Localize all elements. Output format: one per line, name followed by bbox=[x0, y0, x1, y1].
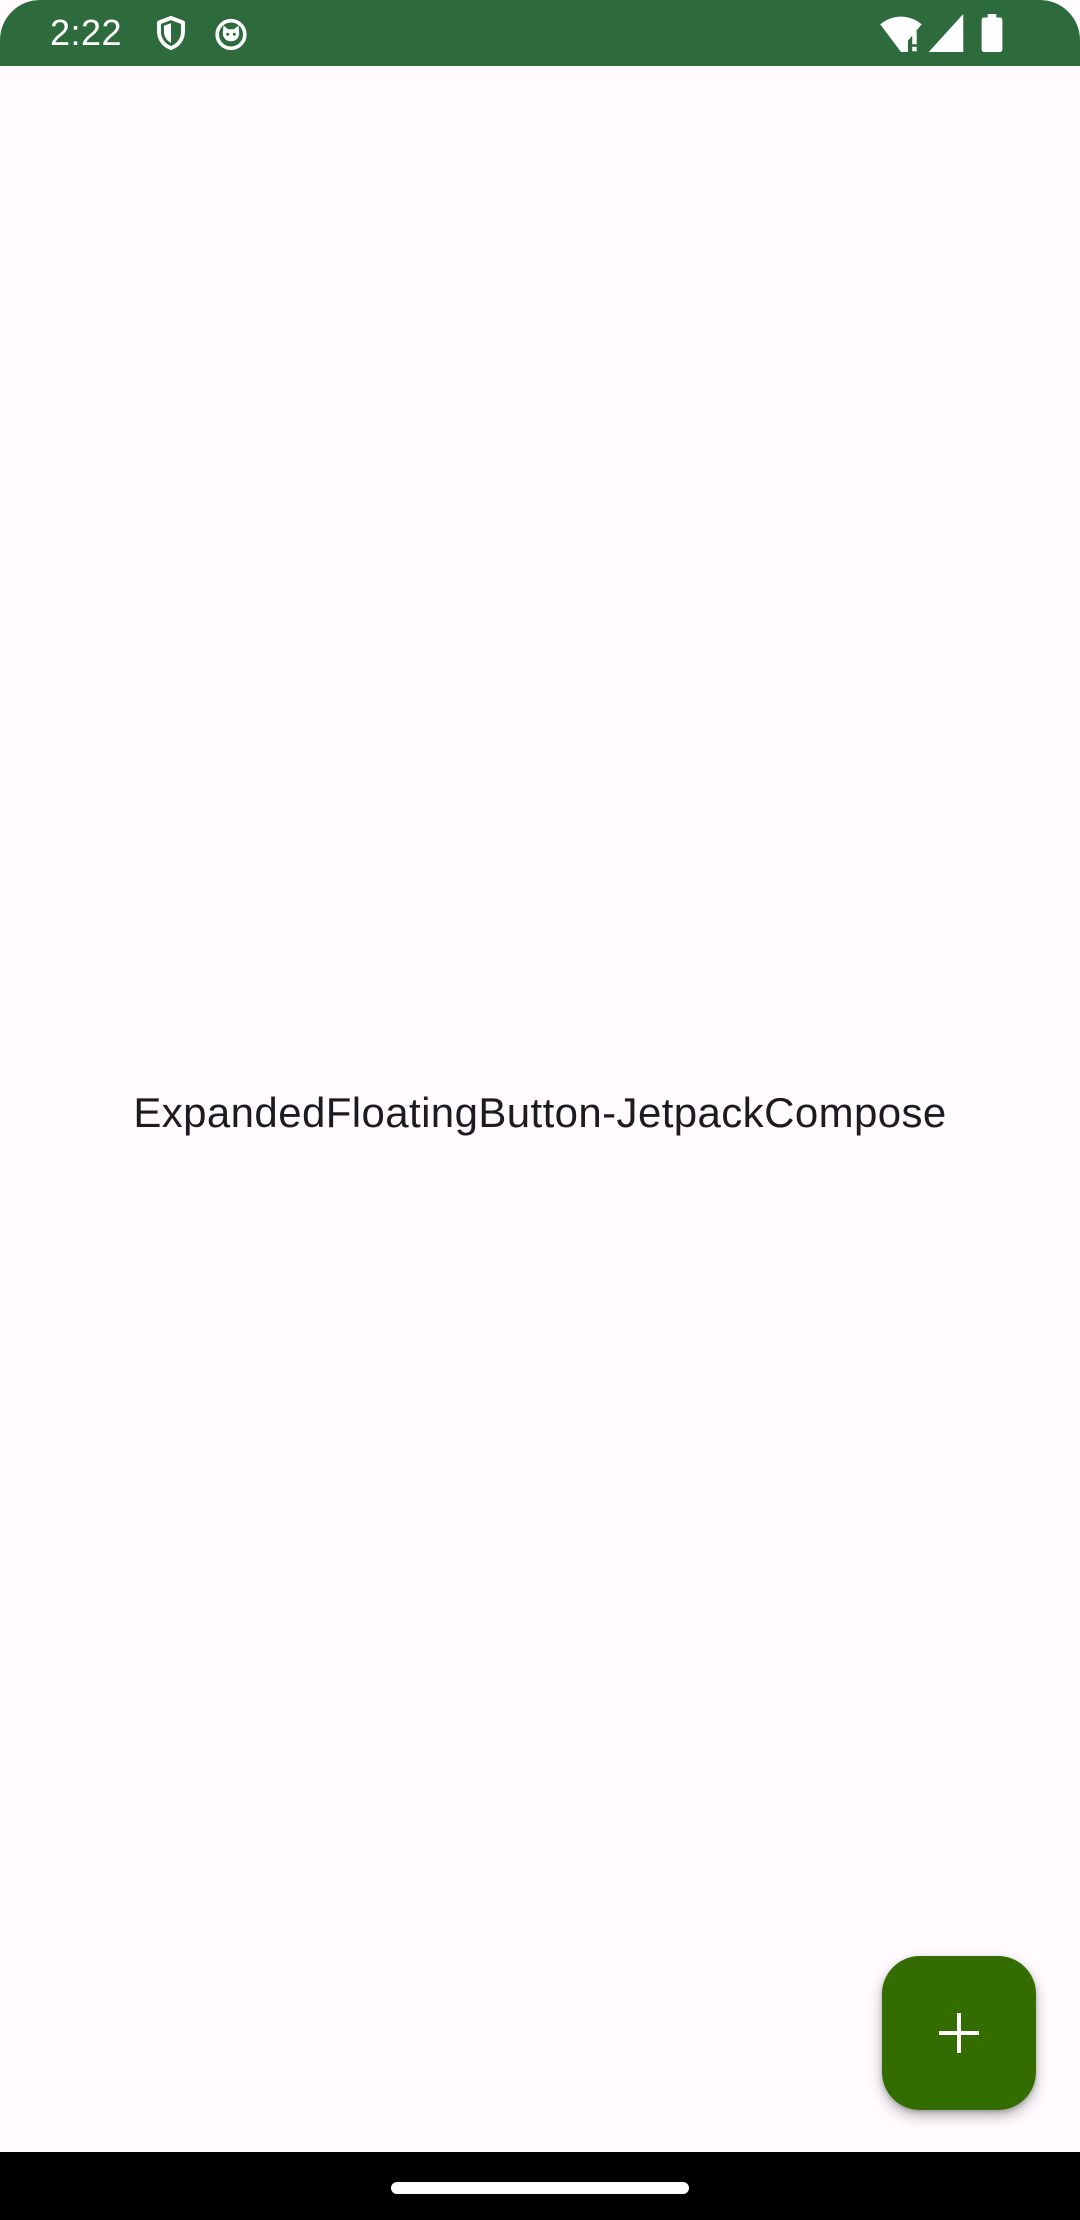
vpn-shield-icon bbox=[157, 16, 185, 50]
center-title: ExpandedFloatingButton-JetpackCompose bbox=[133, 1089, 947, 1136]
cell-signal-icon bbox=[928, 14, 964, 52]
navigation-bar bbox=[0, 2152, 1080, 2220]
plus-icon bbox=[939, 2013, 979, 2053]
cat-face-icon bbox=[215, 18, 247, 51]
add-fab-button[interactable] bbox=[882, 1956, 1036, 2110]
wifi-alert-icon bbox=[880, 16, 922, 52]
battery-icon bbox=[981, 14, 1003, 52]
status-bar: 2:22 bbox=[0, 0, 1080, 66]
status-time: 2:22 bbox=[50, 12, 123, 53]
home-gesture-handle[interactable] bbox=[391, 2182, 689, 2194]
